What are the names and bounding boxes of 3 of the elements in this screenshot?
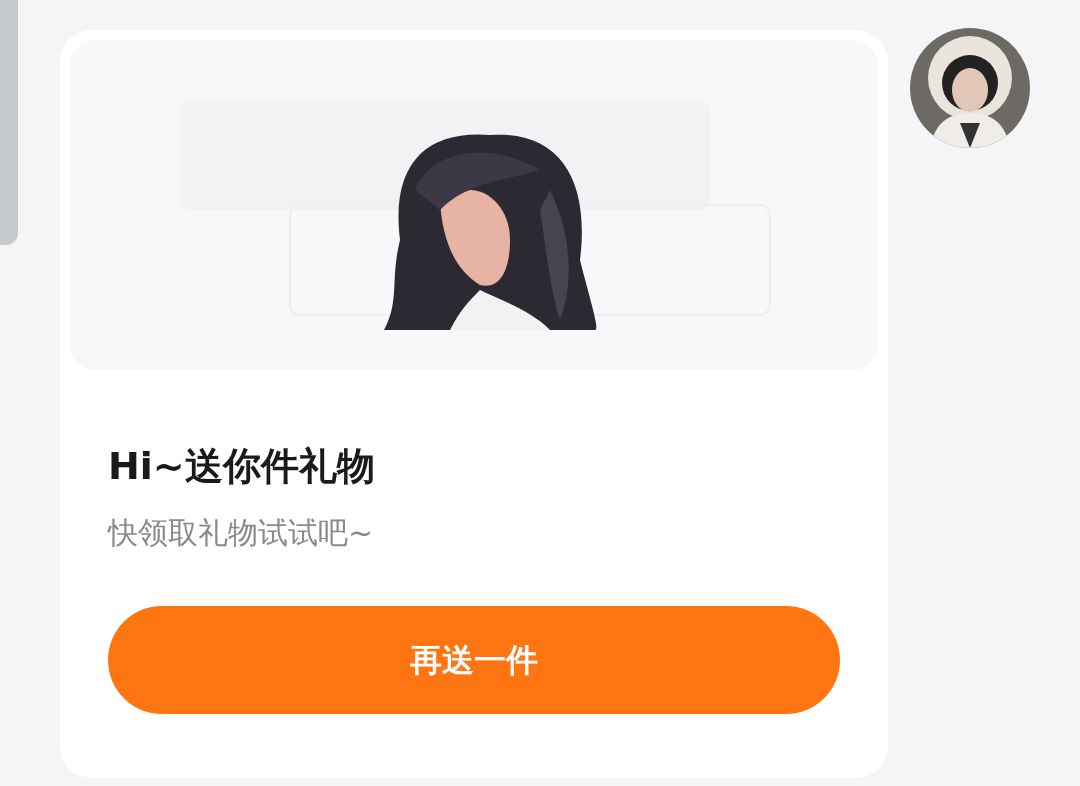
card-title: Hi~送你件礼物 bbox=[108, 443, 376, 490]
send-again-button[interactable]: 再送一件 bbox=[108, 606, 840, 715]
card-subtitle: 快领取礼物试试吧~ bbox=[108, 514, 375, 553]
